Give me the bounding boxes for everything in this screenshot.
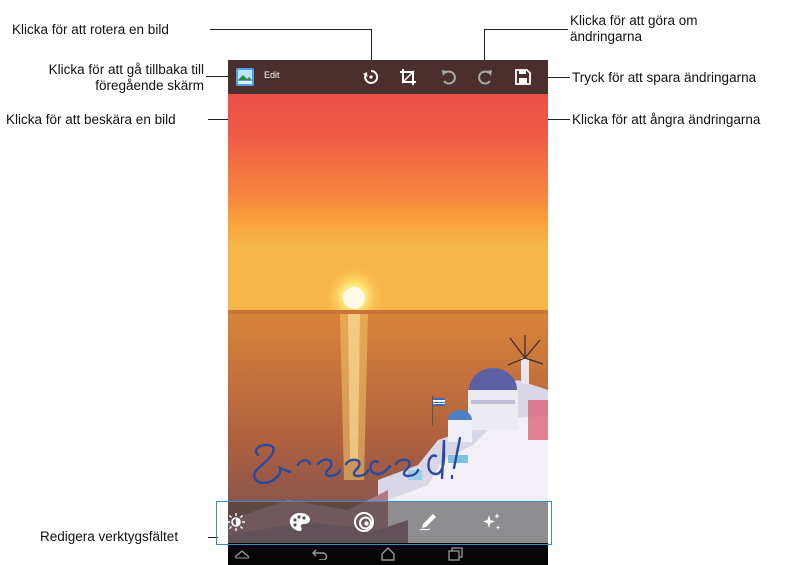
home-icon (381, 547, 395, 561)
rotate-icon (363, 69, 379, 84)
save-callout: Tryck för att spara ändringarna (572, 70, 757, 85)
save-button[interactable] (508, 60, 538, 94)
undo-icon (442, 70, 456, 85)
back-button[interactable] (300, 543, 340, 565)
sunset-photo (228, 60, 548, 565)
edit-label: Edit (264, 70, 280, 80)
redo-icon (478, 70, 492, 85)
navigation-bar (228, 543, 548, 565)
collapse-button[interactable] (228, 543, 262, 565)
crop-callout: Klicka för att beskära en bild (6, 112, 176, 127)
phone-screen: Edit (228, 60, 548, 565)
back-callout: Klicka för att gå tillbaka till föregåen… (14, 62, 204, 94)
crop-button[interactable] (393, 60, 423, 94)
undo-callout: Klicka för att ångra ändringarna (572, 112, 761, 127)
home-button[interactable] (368, 543, 408, 565)
gallery-app-icon[interactable] (234, 66, 256, 88)
recent-apps-icon (448, 547, 463, 561)
rotate-button[interactable] (356, 60, 386, 94)
undo-button[interactable] (434, 60, 464, 94)
rotate-callout: Klicka för att rotera en bild (12, 22, 169, 37)
action-bar: Edit (228, 60, 548, 94)
redo-callout-line2: ändringarna (570, 29, 643, 44)
crop-icon (400, 69, 416, 85)
save-icon (515, 69, 531, 85)
recents-button[interactable] (436, 543, 476, 565)
back-callout-line2: föregående skärm (95, 78, 204, 93)
toolbar-highlight-frame (216, 501, 552, 545)
toolbar-callout: Redigera verktygsfältet (40, 529, 179, 544)
collapse-icon (234, 550, 250, 559)
redo-callout-line1: Klicka för att göra om (570, 13, 698, 28)
back-icon (312, 549, 328, 560)
back-callout-line1: Klicka för att gå tillbaka till (48, 62, 204, 77)
redo-callout: Klicka för att göra om ändringarna (570, 13, 698, 45)
redo-button[interactable] (470, 60, 500, 94)
